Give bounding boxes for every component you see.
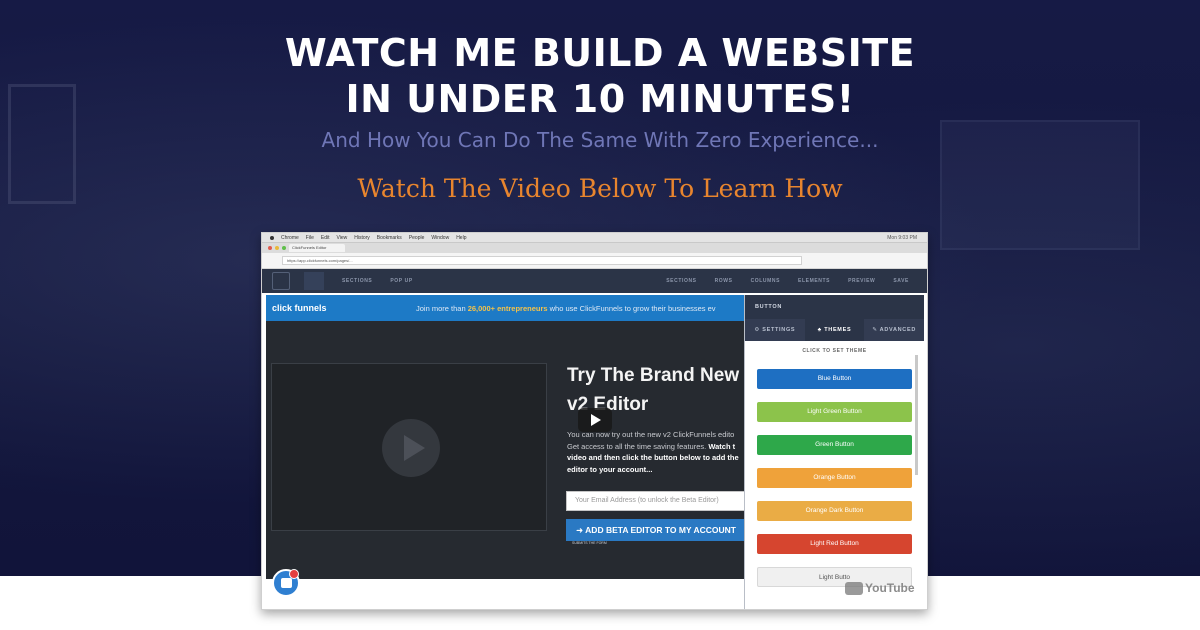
mac-menu-item: Window — [431, 234, 450, 241]
toolbar-item: ROWS — [714, 278, 733, 284]
close-window-icon — [268, 246, 272, 250]
theme-option-button: Green Button — [757, 435, 912, 455]
editor-toolbar: SECTIONS POP UP SECTIONS ROWS COLUMNS EL… — [262, 269, 927, 293]
banner-text: Join more than 26,000+ entrepreneurs who… — [416, 303, 716, 313]
headline: WATCH ME BUILD A WEBSITE IN UNDER 10 MIN… — [0, 30, 1200, 122]
youtube-icon — [845, 582, 863, 596]
youtube-logo[interactable]: YouTube — [845, 579, 915, 597]
url-field: https://app.clickfunnels.com/pages/... — [282, 256, 802, 265]
toolbar-item: PREVIEW — [848, 278, 876, 284]
theme-option-button: Light Red Button — [757, 534, 912, 554]
mac-menu-item: History — [354, 234, 370, 241]
theme-list: Blue Button Light Green Button Green Butto… — [745, 369, 924, 587]
subheadline: And How You Can Do The Same With Zero Ex… — [321, 128, 879, 152]
headline-line-2: IN UNDER 10 MINUTES! — [345, 77, 855, 121]
editor-logo-icon — [272, 272, 290, 290]
toolbar-active-tool — [304, 272, 324, 290]
mac-menu-item: File — [305, 234, 314, 241]
mac-menu-bar: Chrome File Edit View History Bookmarks … — [262, 233, 927, 243]
video-player[interactable]: Chrome File Edit View History Bookmarks … — [261, 232, 928, 610]
youtube-play-button[interactable] — [578, 408, 612, 432]
mac-menu-item: Bookmarks — [376, 234, 402, 241]
apple-icon — [270, 235, 274, 240]
button-subtext: SUBMITS THE FORM — [572, 541, 607, 545]
promo-text: You can now try out the new v2 ClickFunn… — [567, 430, 739, 474]
panel-header: BUTTON — [745, 295, 924, 319]
theme-option-button: Orange Button — [757, 468, 912, 488]
email-input: Your Email Address (to unlock the Beta E… — [566, 491, 746, 511]
embedded-video-placeholder — [271, 363, 547, 531]
toolbar-item: COLUMNS — [750, 278, 781, 284]
chat-icon — [281, 578, 292, 588]
editor-banner: click funnels Join more than 26,000+ ent… — [266, 295, 748, 321]
panel-scrollbar — [915, 355, 918, 475]
theme-option-button: Orange Dark Button — [757, 501, 912, 521]
panel-tabs: ⚙ SETTINGS ♣ THEMES ✎ ADVANCED — [745, 319, 924, 341]
mac-menu-item: View — [336, 234, 348, 241]
toolbar-item: POP UP — [390, 278, 413, 284]
toolbar-item: ELEMENTS — [798, 278, 831, 284]
minimize-window-icon — [275, 246, 279, 250]
mac-menu-item: Edit — [320, 234, 330, 241]
play-icon — [382, 419, 440, 477]
maximize-window-icon — [282, 246, 286, 250]
mac-menu-item: Help — [456, 234, 467, 241]
clickfunnels-logo: click funnels — [272, 303, 327, 313]
panel-subheader: CLICK TO SET THEME — [802, 348, 867, 354]
notification-badge — [289, 569, 299, 579]
tab-themes: ♣ THEMES — [804, 319, 865, 341]
add-beta-editor-button: ➜ ADD BETA EDITOR TO MY ACCOUNT — [566, 519, 746, 541]
tab-advanced: ✎ ADVANCED — [872, 327, 917, 333]
browser-url-bar: https://app.clickfunnels.com/pages/... — [262, 253, 927, 269]
button-settings-panel: BUTTON ⚙ SETTINGS ♣ THEMES ✎ ADVANCED CL… — [744, 295, 924, 609]
tab-settings: ⚙ SETTINGS — [754, 327, 796, 333]
headline-line-1: WATCH ME BUILD A WEBSITE — [284, 31, 916, 75]
cta-heading: Watch The Video Below To Learn How — [357, 174, 843, 203]
browser-tab-bar: ClickFunnels Editor — [262, 243, 927, 253]
mac-clock: Mon 9:03 PM — [887, 234, 917, 241]
theme-option-button: Blue Button — [757, 369, 912, 389]
mac-menu-item: Chrome — [281, 234, 299, 241]
play-icon — [591, 414, 601, 426]
mac-menu-item: People — [408, 234, 425, 241]
editor-page-area: Try The Brand New v2 Editor You can now … — [266, 321, 748, 579]
theme-option-button: Light Green Button — [757, 402, 912, 422]
toolbar-item: SAVE — [893, 278, 909, 284]
toolbar-item: SECTIONS — [666, 278, 697, 284]
browser-tab: ClickFunnels Editor — [289, 244, 345, 252]
toolbar-item: SECTIONS — [342, 278, 373, 284]
